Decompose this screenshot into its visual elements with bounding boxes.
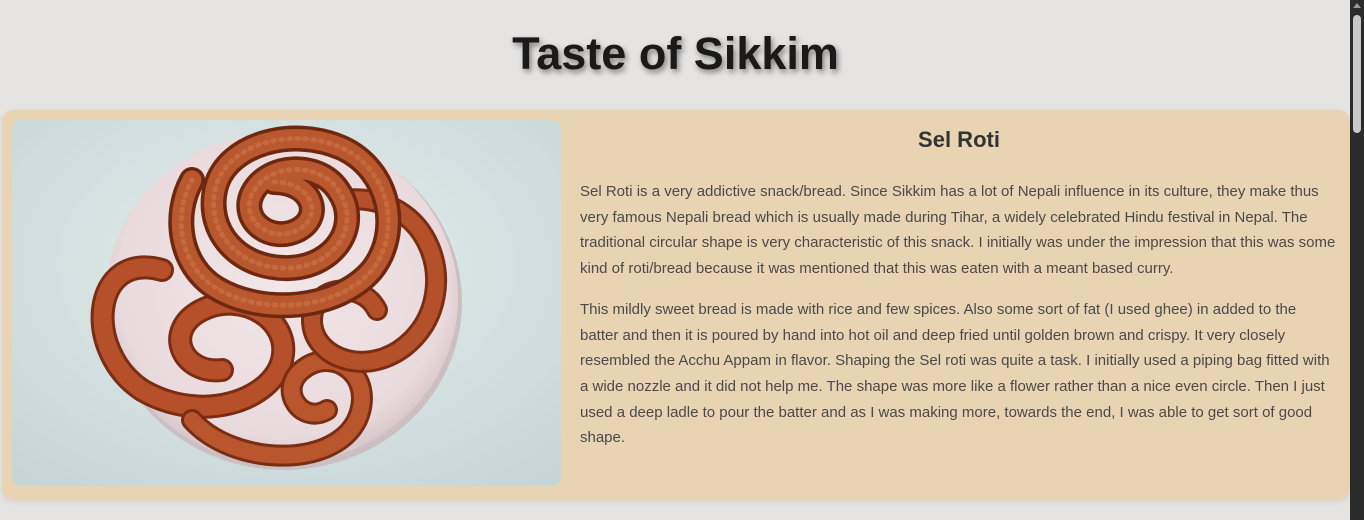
- description-paragraph: This mildly sweet bread is made with ric…: [580, 300, 1330, 447]
- scroll-up-arrow-icon[interactable]: [1353, 3, 1361, 8]
- dish-description: Sel Roti Sel Roti is a very addictive sn…: [580, 110, 1338, 451]
- page-scrollbar[interactable]: [1350, 0, 1364, 520]
- page-title: Taste of Sikkim: [512, 28, 839, 79]
- sel-roti-photo: [12, 120, 561, 486]
- scrollbar-thumb[interactable]: [1353, 15, 1361, 133]
- dish-title: Sel Roti: [918, 127, 1000, 152]
- dish-card: Sel Roti Sel Roti is a very addictive sn…: [2, 110, 1350, 500]
- description-paragraph: Sel Roti is a very addictive snack/bread…: [580, 183, 1336, 278]
